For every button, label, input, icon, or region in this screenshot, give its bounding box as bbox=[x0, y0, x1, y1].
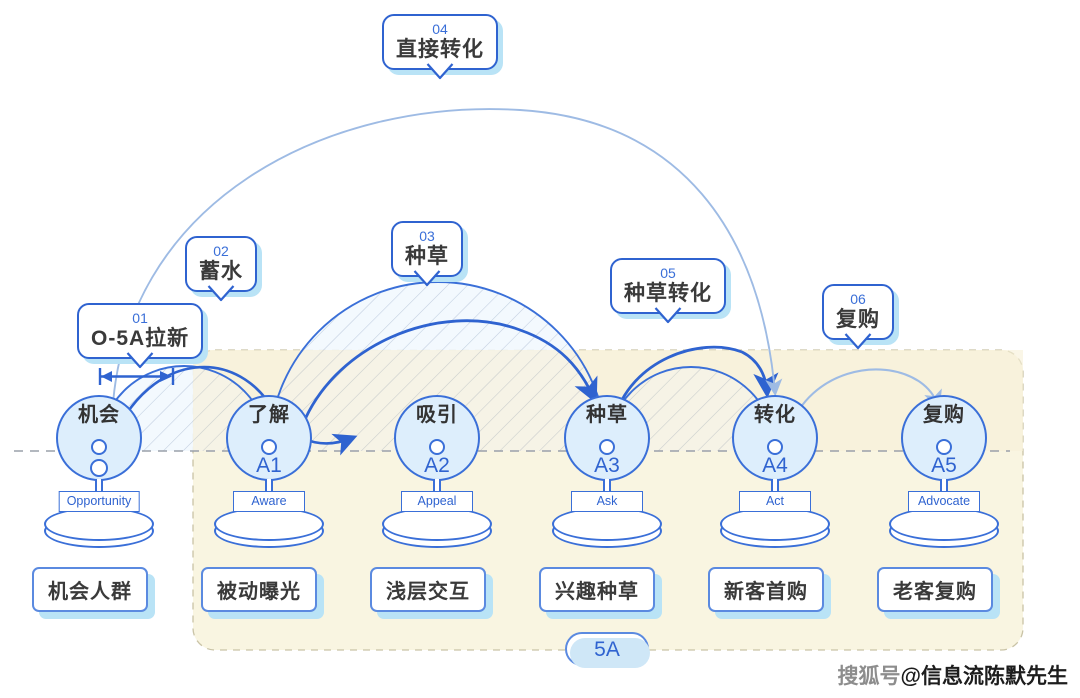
callout-number: 05 bbox=[660, 265, 676, 281]
callout-body: 04 直接转化 bbox=[382, 14, 498, 80]
callout-tail-icon bbox=[844, 333, 872, 350]
watermark: 搜狐号@信息流陈默先生 bbox=[838, 664, 1068, 690]
callout-body: 01 O-5A拉新 bbox=[77, 303, 204, 369]
label-text: 老客复购 bbox=[877, 567, 993, 612]
callout-label: 种草 bbox=[405, 245, 449, 268]
bottom-label-opportunity[interactable]: 机会人群 bbox=[32, 567, 155, 619]
callout-04[interactable]: 04 直接转化 bbox=[382, 14, 503, 80]
callout-body: 06 复购 bbox=[822, 284, 894, 350]
bottom-label-a2[interactable]: 浅层交互 bbox=[370, 567, 493, 619]
measure-arrow-left bbox=[101, 371, 112, 382]
callout-label: O-5A拉新 bbox=[91, 327, 190, 350]
label-text: 兴趣种草 bbox=[539, 567, 655, 612]
bottom-label-a3[interactable]: 兴趣种草 bbox=[539, 567, 662, 619]
callout-tail-icon bbox=[413, 270, 441, 287]
callout-03[interactable]: 03 种草 bbox=[391, 221, 468, 287]
badge-5a-label: 5A bbox=[594, 638, 620, 661]
callout-label: 蓄水 bbox=[199, 260, 243, 283]
diagram-canvas: 04 直接转化 02 蓄水 03 种草 05 种草转化 06 复购 01 O-5… bbox=[0, 0, 1080, 698]
watermark-prefix: 搜狐号 bbox=[837, 665, 901, 688]
label-text: 浅层交互 bbox=[370, 567, 486, 612]
callout-number: 03 bbox=[419, 228, 435, 244]
bottom-label-a4[interactable]: 新客首购 bbox=[708, 567, 831, 619]
bottom-label-a5[interactable]: 老客复购 bbox=[877, 567, 1000, 619]
callout-tail-icon bbox=[207, 285, 235, 302]
callout-01[interactable]: 01 O-5A拉新 bbox=[77, 303, 209, 369]
callout-number: 06 bbox=[850, 291, 866, 307]
callout-06[interactable]: 06 复购 bbox=[822, 284, 899, 350]
callout-number: 04 bbox=[432, 21, 448, 37]
label-text: 机会人群 bbox=[32, 567, 148, 612]
callout-02[interactable]: 02 蓄水 bbox=[185, 236, 262, 302]
callout-number: 01 bbox=[132, 310, 148, 326]
callout-tail-icon bbox=[426, 63, 454, 80]
watermark-name: @信息流陈默先生 bbox=[900, 665, 1068, 688]
callout-label: 种草转化 bbox=[624, 282, 712, 305]
callout-05[interactable]: 05 种草转化 bbox=[610, 258, 731, 324]
badge-5a: 5A bbox=[565, 632, 650, 668]
callout-tail-icon bbox=[654, 307, 682, 324]
callout-number: 02 bbox=[213, 243, 229, 259]
callout-body: 05 种草转化 bbox=[610, 258, 726, 324]
callout-tail-icon bbox=[126, 352, 154, 369]
bottom-label-a1[interactable]: 被动曝光 bbox=[201, 567, 324, 619]
callout-label: 直接转化 bbox=[396, 38, 484, 61]
callout-body: 02 蓄水 bbox=[185, 236, 257, 302]
callout-label: 复购 bbox=[836, 308, 880, 331]
measure-arrow-right bbox=[160, 371, 172, 382]
callout-body: 03 种草 bbox=[391, 221, 463, 287]
label-text: 被动曝光 bbox=[201, 567, 317, 612]
label-text: 新客首购 bbox=[708, 567, 824, 612]
